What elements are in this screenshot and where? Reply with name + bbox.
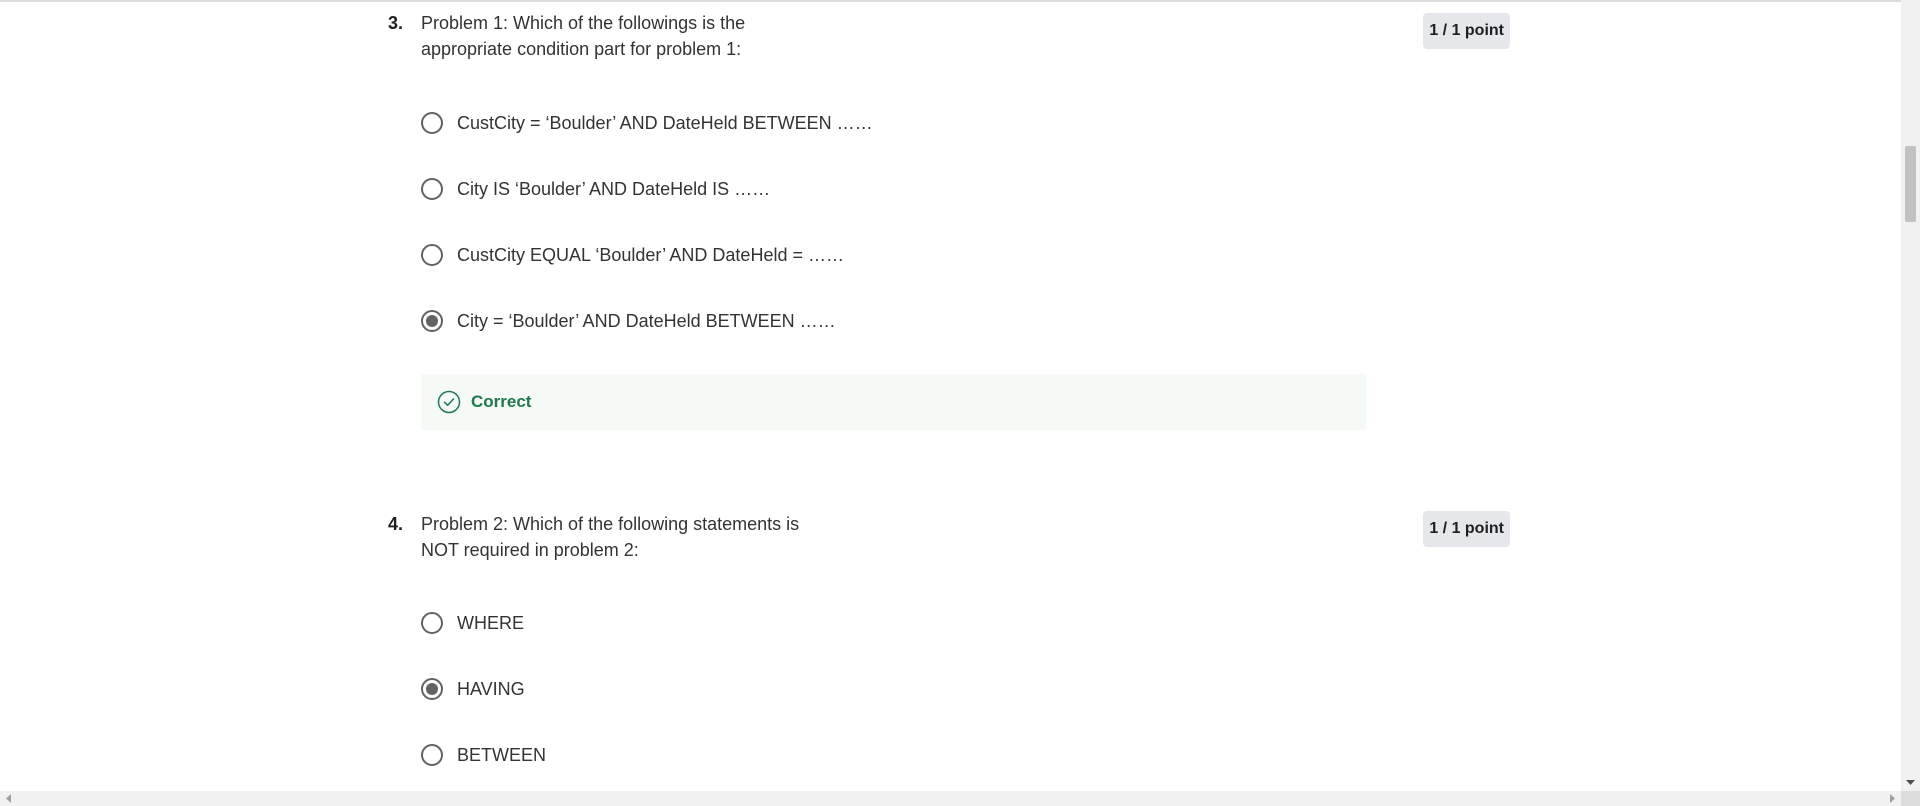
option-1[interactable]: CustCity = ‘Boulder’ AND DateHeld BETWEE… <box>421 109 873 137</box>
option-3[interactable]: BETWEEN <box>421 741 546 769</box>
option-1[interactable]: WHERE <box>421 609 524 637</box>
question-text: Problem 1: Which of the followings is th… <box>421 13 746 59</box>
vertical-scrollbar[interactable] <box>1901 0 1920 791</box>
option-3[interactable]: CustCity EQUAL ‘Boulder’ AND DateHeld = … <box>421 241 844 269</box>
radio-button[interactable] <box>421 244 443 266</box>
option-4[interactable]: City = ‘Boulder’ AND DateHeld BETWEEN …… <box>421 307 836 335</box>
check-circle-icon <box>437 390 461 414</box>
radio-button-selected[interactable] <box>421 678 443 700</box>
horizontal-scrollbar[interactable] <box>0 791 1901 806</box>
radio-button[interactable] <box>421 744 443 766</box>
radio-button[interactable] <box>421 112 443 134</box>
option-2[interactable]: City IS ‘Boulder’ AND DateHeld IS …… <box>421 175 770 203</box>
points-badge: 1 / 1 point <box>1423 13 1510 49</box>
question-number: 3. <box>388 13 404 33</box>
points-badge: 1 / 1 point <box>1423 511 1510 547</box>
option-2[interactable]: HAVING <box>421 675 525 703</box>
question-4: 4. Problem 2: Which of the following sta… <box>388 511 1510 791</box>
scroll-left-arrow-icon[interactable] <box>0 791 17 806</box>
quiz-content: 3. Problem 1: Which of the followings is… <box>0 0 1901 791</box>
radio-button[interactable] <box>421 612 443 634</box>
feedback-correct: Correct <box>421 374 1366 430</box>
scroll-right-arrow-icon[interactable] <box>1884 791 1901 806</box>
option-label: City = ‘Boulder’ AND DateHeld BETWEEN …… <box>457 310 836 331</box>
option-label: CustCity EQUAL ‘Boulder’ AND DateHeld = … <box>457 244 844 265</box>
radio-button-selected[interactable] <box>421 310 443 332</box>
option-label: CustCity = ‘Boulder’ AND DateHeld BETWEE… <box>457 112 873 133</box>
question-number: 4. <box>388 514 404 534</box>
radio-button[interactable] <box>421 178 443 200</box>
question-3: 3. Problem 1: Which of the followings is… <box>388 10 1510 440</box>
scrollbar-thumb[interactable] <box>1905 146 1916 222</box>
scrollbar-corner <box>1901 791 1920 806</box>
scroll-down-arrow-icon[interactable] <box>1901 774 1920 791</box>
option-label: BETWEEN <box>457 744 547 765</box>
question-text: Problem 2: Which of the following statem… <box>421 514 800 560</box>
option-label: City IS ‘Boulder’ AND DateHeld IS …… <box>457 178 771 199</box>
feedback-label: Correct <box>471 392 532 411</box>
option-label: WHERE <box>457 612 524 633</box>
option-label: HAVING <box>457 678 525 699</box>
